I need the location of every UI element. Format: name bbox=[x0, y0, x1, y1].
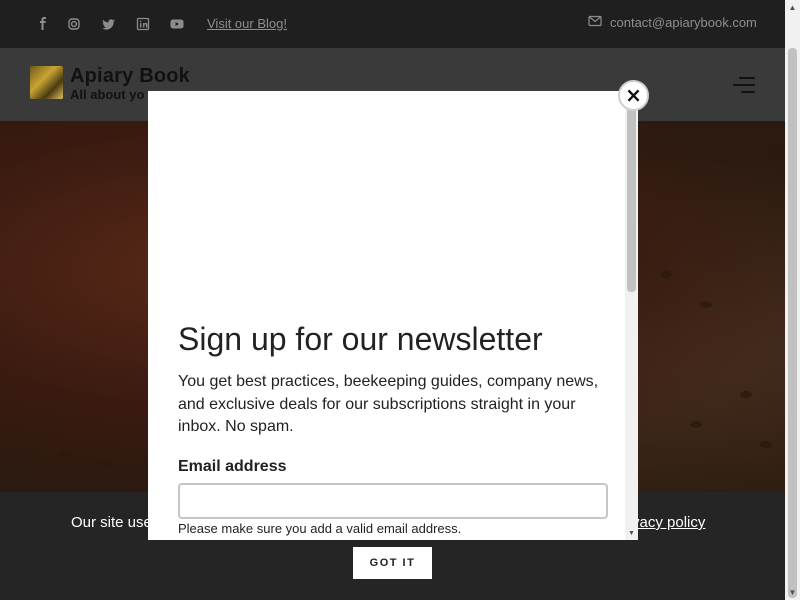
privacy-policy-link[interactable]: vacy policy bbox=[632, 514, 705, 531]
close-icon[interactable]: × bbox=[618, 80, 649, 111]
contact-email-text: contact@apiarybook.com bbox=[610, 15, 757, 30]
logo-tagline: All about yo bbox=[70, 87, 145, 102]
newsletter-title: Sign up for our newsletter bbox=[178, 321, 543, 357]
page-scrollbar-thumb[interactable] bbox=[788, 48, 797, 598]
modal-scrollbar[interactable]: ▲ ▼ bbox=[625, 91, 638, 540]
modal-scroll-down-arrow[interactable]: ▼ bbox=[625, 528, 638, 540]
logo-image[interactable] bbox=[30, 66, 63, 99]
scroll-up-arrow[interactable]: ▲ bbox=[785, 0, 800, 15]
email-input[interactable] bbox=[178, 483, 608, 519]
scroll-down-arrow[interactable]: ▼ bbox=[785, 585, 800, 600]
linkedin-icon[interactable] bbox=[135, 16, 151, 32]
newsletter-description: You get best practices, beekeeping guide… bbox=[178, 373, 599, 435]
hamburger-menu-icon[interactable] bbox=[733, 77, 755, 93]
modal-scrollbar-thumb[interactable] bbox=[627, 105, 636, 292]
top-bar: Visit our Blog! contact@apiarybook.com bbox=[0, 0, 785, 48]
email-hint: Please make sure you add a valid email a… bbox=[178, 521, 462, 536]
instagram-icon[interactable] bbox=[66, 16, 82, 32]
blog-link[interactable]: Visit our Blog! bbox=[207, 16, 287, 31]
twitter-icon[interactable] bbox=[101, 16, 117, 32]
got-it-button[interactable]: GOT IT bbox=[353, 547, 432, 579]
contact-email[interactable]: contact@apiarybook.com bbox=[588, 15, 757, 30]
mail-icon bbox=[588, 15, 602, 30]
cookie-text: Our site use bbox=[71, 514, 152, 531]
newsletter-modal: Sign up for our newsletter You get best … bbox=[148, 91, 638, 540]
logo-title[interactable]: Apiary Book bbox=[70, 65, 190, 88]
youtube-icon[interactable] bbox=[169, 16, 185, 32]
email-label: Email address bbox=[178, 458, 287, 475]
facebook-icon[interactable] bbox=[35, 16, 51, 32]
